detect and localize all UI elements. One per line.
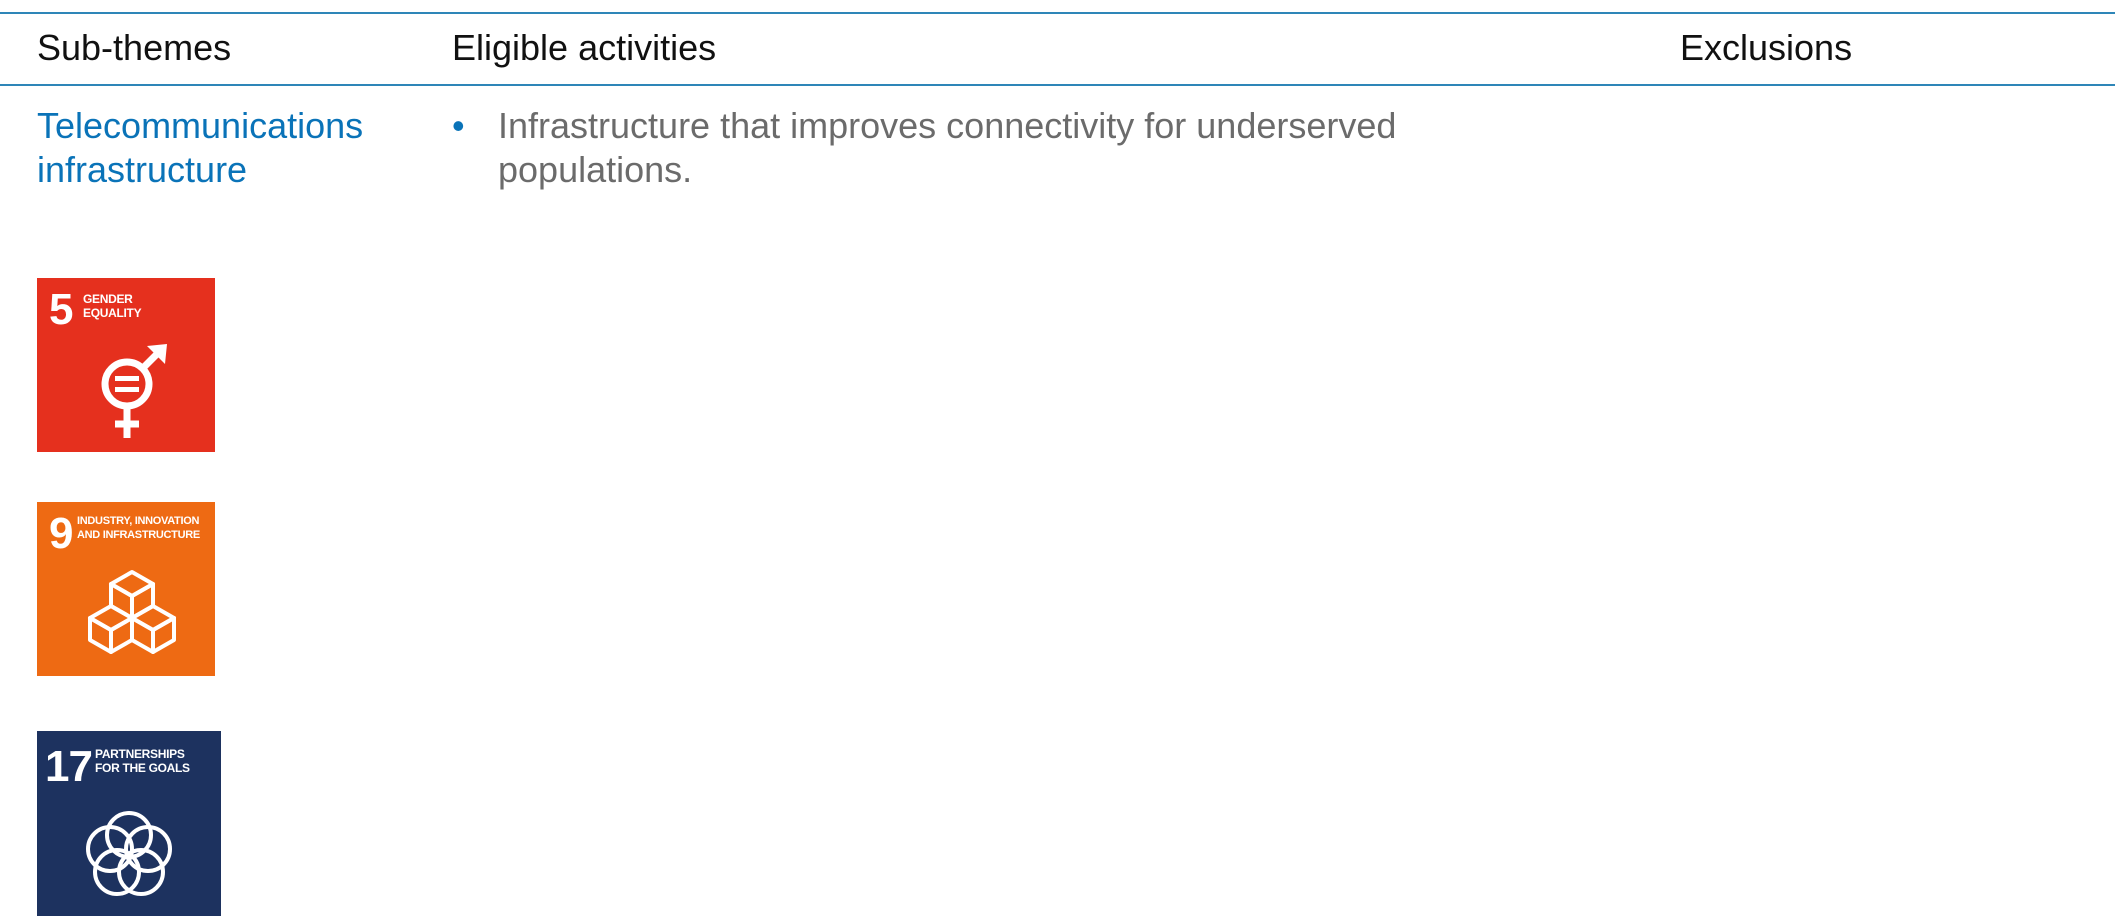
bullet-icon: • [452, 105, 465, 146]
sdg-9-label-line1: INDUSTRY, INNOVATION [77, 515, 200, 527]
sdg-5-number: 5 [49, 285, 74, 334]
sdg-9-number: 9 [49, 509, 74, 558]
table-top-rule [0, 12, 2115, 14]
header-exclusions: Exclusions [1680, 27, 1853, 68]
partnership-rings-icon [86, 811, 172, 896]
sdg-17-number: 17 [45, 742, 93, 791]
subtheme-telecommunications: Telecommunications infrastructure [37, 105, 364, 190]
sdg-5-label-line1: GENDER [83, 292, 133, 306]
sdg-9-label-line2: AND INFRASTRUCTURE [77, 529, 200, 541]
eligible-activity-text: Infrastructure that improves connectivit… [498, 105, 1397, 190]
sdg-17-label-line2: FOR THE GOALS [95, 761, 190, 775]
header-bottom-rule [0, 84, 2115, 86]
sdg-5-badge: 5 GENDER EQUALITY [37, 278, 215, 452]
sdg-17-label-line1: PARTNERSHIPS [95, 747, 185, 761]
sdg-5-label-line2: EQUALITY [83, 306, 142, 320]
industry-cubes-icon [88, 570, 176, 654]
header-eligible-activities: Eligible activities [452, 27, 717, 68]
sdg-17-badge: 17 PARTNERSHIPS FOR THE GOALS [37, 731, 221, 916]
sdg-9-badge: 9 INDUSTRY, INNOVATION AND INFRASTRUCTUR… [37, 502, 215, 676]
header-sub-themes: Sub-themes [37, 27, 232, 68]
gender-equality-icon [101, 344, 167, 438]
